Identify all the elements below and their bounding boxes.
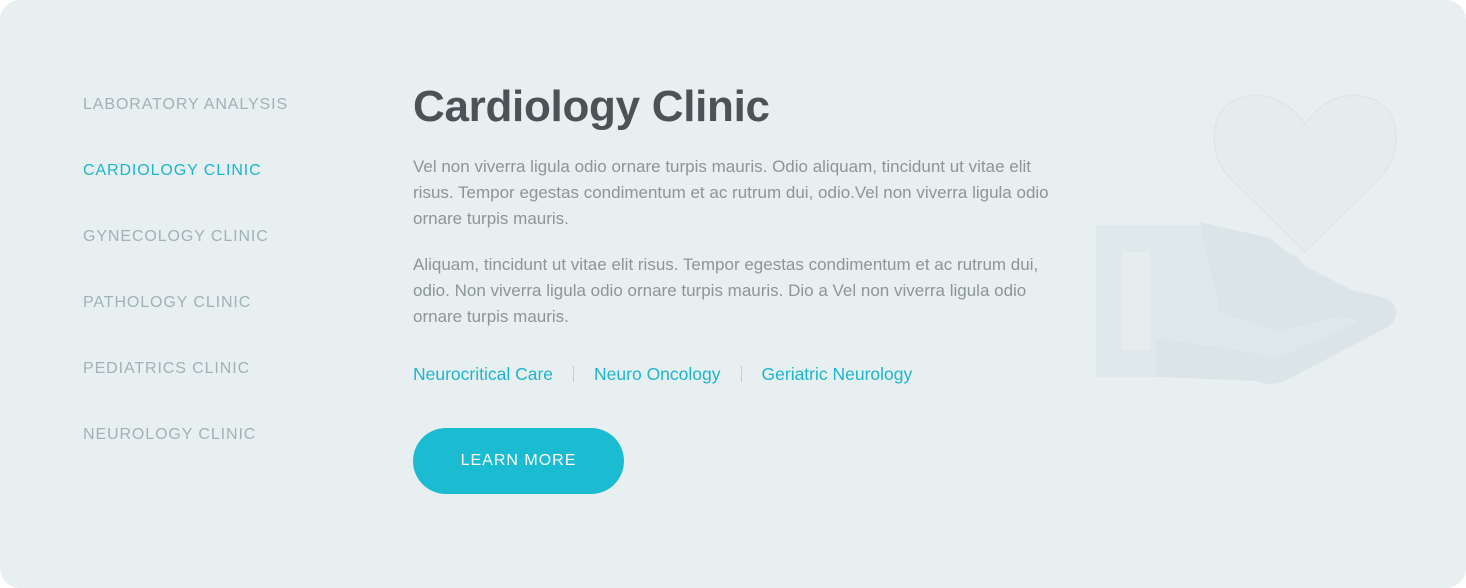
link-neurocritical-care[interactable]: Neurocritical Care	[413, 362, 553, 386]
clinic-description-1: Vel non viverra ligula odio ornare turpi…	[413, 157, 1049, 228]
tab-laboratory-analysis[interactable]: LABORATORY ANALYSIS	[83, 94, 343, 116]
tab-content-panel: Cardiology Clinic Vel non viverra ligula…	[413, 78, 1063, 494]
clinic-description-2: Aliquam, tincidunt ut vitae elit risus. …	[413, 255, 1039, 326]
heart-in-hand-icon	[1096, 94, 1397, 384]
clinic-services-card: LABORATORY ANALYSIS CARDIOLOGY CLINIC GY…	[0, 0, 1466, 588]
clinic-tab-list: LABORATORY ANALYSIS CARDIOLOGY CLINIC GY…	[83, 94, 343, 490]
tab-neurology-clinic[interactable]: NEUROLOGY CLINIC	[83, 424, 343, 446]
clinic-title: Cardiology Clinic	[413, 82, 770, 131]
link-divider	[740, 366, 742, 382]
link-divider	[573, 366, 575, 382]
tab-cardiology-clinic[interactable]: CARDIOLOGY CLINIC	[83, 160, 343, 182]
tab-pediatrics-clinic[interactable]: PEDIATRICS CLINIC	[83, 358, 343, 380]
link-geriatric-neurology[interactable]: Geriatric Neurology	[762, 362, 913, 386]
tab-pathology-clinic[interactable]: PATHOLOGY CLINIC	[83, 292, 343, 314]
related-links: Neurocritical Care Neuro Oncology Geriat…	[413, 362, 1063, 386]
tab-gynecology-clinic[interactable]: GYNECOLOGY CLINIC	[83, 226, 343, 248]
learn-more-button[interactable]: LEARN MORE	[413, 428, 624, 494]
link-neuro-oncology[interactable]: Neuro Oncology	[594, 362, 720, 386]
